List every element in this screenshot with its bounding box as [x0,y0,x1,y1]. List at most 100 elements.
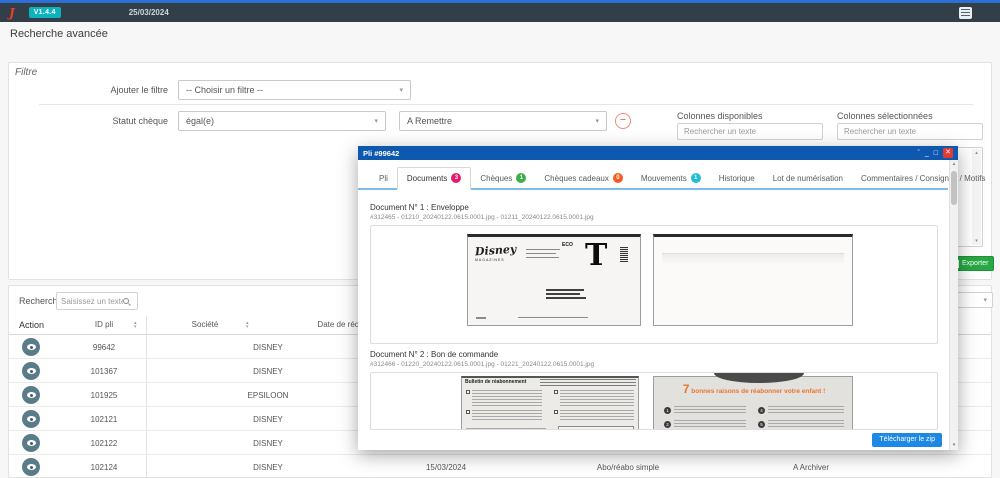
view-pli-button[interactable] [22,362,40,380]
listbox-scrollbar[interactable]: ▴▾ [972,149,981,245]
flyer-number: 7 [683,382,690,396]
cell-statut: A Archiver [793,463,829,472]
eye-icon [27,440,36,446]
tab-label: Commentaires / Consignes / Motifs [861,174,986,183]
cell-id-pli: 101367 [91,367,118,376]
view-pli-button[interactable] [22,410,40,428]
reduce-icon[interactable]: _ [925,150,929,157]
statut-value-select[interactable]: A Remettre▾ [399,111,607,131]
filter-divider [39,104,973,105]
tab-lot-numerisation[interactable]: Lot de numérisation [764,169,852,188]
tab-cheques-cadeaux[interactable]: Chèques cadeaux0 [535,168,632,188]
tab-commentaires[interactable]: Commentaires / Consignes / Motifs [852,169,995,188]
eye-icon [27,416,36,422]
hamburger-menu-icon[interactable] [959,7,972,19]
statut-cheque-label: Statut chèque [9,116,168,126]
tab-label: Mouvements [641,174,687,183]
scroll-down-icon[interactable]: ▾ [972,237,981,245]
view-pli-button[interactable] [22,338,40,356]
export-button-label: Exporter [962,260,988,267]
tab-cheques[interactable]: Chèques1 [471,168,535,188]
view-pli-button[interactable] [22,434,40,452]
tab-label: Chèques [480,174,512,183]
statut-select-value: A Remettre [407,116,452,126]
table-search-field[interactable] [56,292,138,310]
columns-available-search-input[interactable] [677,123,823,140]
cell-societe: DISNEY [253,343,283,352]
maximize-icon[interactable]: □ [934,150,938,157]
cell-societe: EPSILOON [248,391,289,400]
table-row[interactable]: 102124 DISNEY 15/03/2024 Abo/réabo simpl… [9,455,991,478]
tab-label: Historique [719,174,755,183]
document-1-preview-box: Disney MAGAZINES ECO T [370,225,938,344]
chevron-down-icon: ▾ [374,117,378,125]
cell-societe: DISNEY [253,415,283,424]
scroll-up-icon[interactable]: ▴ [950,160,958,169]
remove-filter-button[interactable]: − [615,113,631,129]
sort-icon[interactable]: ▴▾ [134,321,137,329]
cell-societe: DISNEY [253,367,283,376]
add-filter-select[interactable]: -- Choisir un filtre --▾ [178,80,411,100]
modal-footer: Télécharger le zip [358,430,950,450]
flyer-scan[interactable]: 7 bonnes raisons de réabonner votre enfa… [653,376,853,430]
document-2-title: Document N° 2 : Bon de commande [370,350,498,359]
cell-id-pli: 101925 [91,391,118,400]
version-badge: V1.4.4 [29,7,61,18]
cheques-cadeaux-count-badge: 0 [613,173,623,183]
view-pli-button[interactable] [22,386,40,404]
page-title: Recherche avancée [10,28,108,40]
scroll-down-icon[interactable]: ▾ [950,441,958,450]
col-header-action: Action [19,320,44,330]
scan-barcode [620,247,628,262]
modal-title: Pli #99642 [363,149,399,158]
envelope-flap-line [662,253,844,263]
modal-title-bar[interactable]: Pli #99642 ˆ _ □ ✕ [358,146,958,160]
scan-brand-text: Disney [475,243,517,259]
eye-icon [27,464,36,470]
order-form-scan[interactable]: Bulletin de réabonnement [461,376,639,430]
app-header: J V1.4.4 25/03/2024 [0,3,1000,22]
scan-flyer-title: 7 bonnes raisons de réabonner votre enfa… [674,386,834,395]
cell-id-pli: 99642 [93,343,115,352]
modal-scrollbar[interactable]: ▴ ▾ [949,160,958,450]
envelope-back-scan[interactable] [653,234,853,326]
download-zip-button[interactable]: Télécharger le zip [872,433,942,447]
pli-detail-modal: Pli #99642 ˆ _ □ ✕ Pli Documents 3 Chèque… [358,146,958,450]
cell-societe: DISNEY [253,439,283,448]
columns-selected-search-input[interactable] [837,123,983,140]
cell-id-pli: 102121 [91,415,118,424]
envelope-front-scan[interactable]: Disney MAGAZINES ECO T [467,234,641,326]
columns-selected-label: Colonnes sélectionnées [837,111,933,121]
search-icon [123,298,129,304]
cell-type-pli: Abo/réabo simple [597,463,659,472]
tab-documents[interactable]: Documents 3 [397,167,471,190]
tab-label: Documents [407,174,447,183]
app-logo: J [9,6,15,20]
scan-eco-mark: ECO [562,242,573,248]
tab-mouvements[interactable]: Mouvements1 [632,168,710,188]
sort-icon[interactable]: ▴▾ [246,321,249,329]
col-header-societe[interactable]: Société [192,320,219,329]
tab-pli[interactable]: Pli [370,169,397,188]
flyer-title-text: bonnes raisons de réabonner votre enfant… [691,388,825,395]
document-2-files: #312466 - 01220_20240122.0615.0001.jpg -… [370,361,594,368]
add-filter-select-value: -- Choisir un filtre -- [186,85,263,95]
table-search-input[interactable] [61,297,123,306]
document-1-title: Document N° 1 : Enveloppe [370,203,469,212]
view-pli-button[interactable] [22,458,40,476]
minimize-icon[interactable]: ˆ [918,150,920,157]
tab-historique[interactable]: Historique [710,169,764,188]
scan-form-title: Bulletin de réabonnement [465,379,526,385]
tab-label: Pli [379,174,388,183]
col-header-id-pli[interactable]: ID pli [95,320,113,329]
filter-panel-label: Filtre [15,67,37,78]
scan-postage-t: T [585,243,607,269]
operator-select[interactable]: égal(e)▾ [178,111,386,131]
eye-icon [27,392,36,398]
close-icon[interactable]: ✕ [943,148,953,158]
cell-societe: DISNEY [253,463,283,472]
documents-count-badge: 3 [451,173,461,183]
flyer-dark-shape [714,372,804,383]
scroll-up-icon[interactable]: ▴ [975,150,978,156]
scrollbar-thumb[interactable] [951,171,957,205]
